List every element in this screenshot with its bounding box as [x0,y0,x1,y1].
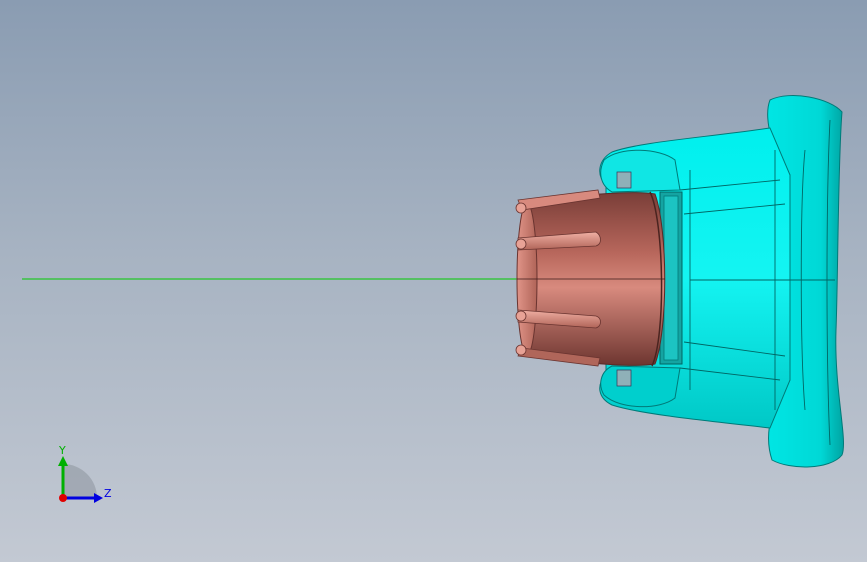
connector[interactable] [515,189,666,367]
housing-collar-bottom [600,365,681,408]
3d-viewport[interactable]: Y Z [0,0,867,562]
orientation-triad[interactable]: Y Z [50,440,120,510]
housing-latch-top [616,171,632,189]
triad-y-label: Y [58,444,66,457]
connector-tab-top [515,202,527,214]
triad-quadrant [63,464,97,498]
housing-collar-top [600,149,681,193]
triad-x-axis [59,494,67,502]
model-view[interactable] [0,0,867,562]
housing-latch-bottom [616,369,632,387]
triad-z-label: Z [104,487,112,500]
connector-tab-bottom [515,344,527,356]
